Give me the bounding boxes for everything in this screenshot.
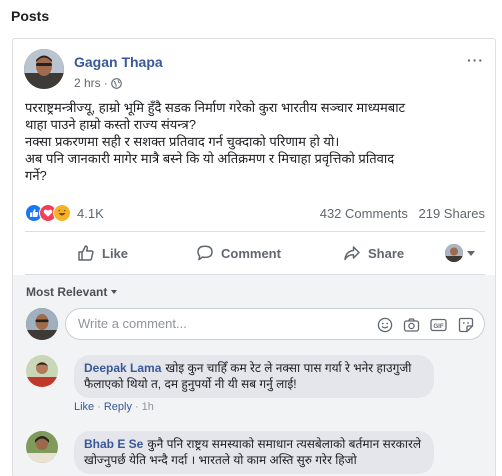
gif-icon[interactable]: GIF [430,316,447,333]
camera-icon[interactable] [403,316,420,333]
post-text-line: परराष्ट्रमन्त्रीज्यू, हाम्रो भूमि हुँदै … [25,100,406,115]
comment-bubble: Deepak Lama खोइ कुन चाहिँ कम रेट ले नक्सा… [74,355,434,398]
comment-button[interactable]: Comment [196,233,281,273]
sort-comments-dropdown[interactable]: Most Relevant [26,285,118,299]
commenter-avatar[interactable] [26,431,58,463]
haha-reaction-icon [53,204,71,222]
commenter-avatar[interactable] [26,355,58,387]
composer-icons: GIF [376,316,474,333]
comment-actions: Like · Reply · 1h [74,401,154,413]
post-as-selector[interactable] [445,244,475,262]
globe-icon [110,77,122,89]
comment-composer: GIF [65,308,485,340]
comment-input[interactable] [78,316,378,331]
reaction-count: 4.1K [77,205,104,221]
post-text-line: अब पनि जानकारी मागेर मात्रै बस्ने कि यो … [25,151,395,166]
post-stats: 4.1K 432 Comments 219 Shares [25,204,487,224]
engagement-counts: 432 Comments 219 Shares [313,206,485,221]
author-name[interactable]: Gagan Thapa [74,54,163,70]
post-header: Gagan Thapa 2 hrs · ··· [24,48,486,90]
comment-bubble: Bhab E Se कुनै पनि राष्ट्रय समस्याको समाध… [74,431,434,474]
like-button[interactable]: Like [77,233,128,273]
smiley-icon[interactable] [376,316,393,333]
post-timestamp[interactable]: 2 hrs [74,76,101,90]
comments-section: Most Relevant GIF [13,275,495,476]
section-title: Posts [11,8,50,24]
speech-bubble-icon [197,245,213,261]
commenter-name[interactable]: Bhab E Se [84,437,143,451]
comment-label: Comment [221,245,281,261]
post-card: Gagan Thapa 2 hrs · ··· परराष्ट्रमन्त्री… [12,38,496,476]
post-text-line: गर्ने? [25,168,47,183]
chevron-down-icon [467,250,475,256]
avatar [26,308,58,340]
comment-time[interactable]: 1h [142,401,154,413]
post-meta: 2 hrs · [74,76,122,90]
avatar [445,244,463,262]
post-text-line: थाहा पाउने हाम्रो कस्तो राज्य संयन्त्र? [25,117,196,132]
shares-count-link[interactable]: 219 Shares [419,206,486,221]
share-button[interactable]: Share [343,233,404,273]
comments-count-link[interactable]: 432 Comments [320,206,408,221]
reactions-summary[interactable]: 4.1K [25,204,104,222]
divider [25,231,485,232]
comment-reply-link[interactable]: Reply [104,401,132,413]
svg-text:GIF: GIF [433,323,444,330]
share-arrow-icon [344,246,360,261]
chevron-down-icon [111,290,118,294]
thumbs-up-icon [78,245,94,261]
like-label: Like [102,245,129,261]
sticker-icon[interactable] [457,316,474,333]
author-avatar[interactable] [24,49,64,89]
post-text-line: नक्सा प्रकरणमा सही र सशक्त प्रतिवाद गर्न… [25,134,340,149]
more-options-icon[interactable]: ··· [467,52,484,68]
post-text: परराष्ट्रमन्त्रीज्यू, हाम्रो भूमि हुँदै … [25,99,487,184]
sort-label: Most Relevant [26,285,108,299]
share-label: Share [368,245,405,261]
commenter-name[interactable]: Deepak Lama [84,361,161,375]
comment-like-link[interactable]: Like [74,401,94,413]
post-actions: Like Comment Share [25,233,485,273]
